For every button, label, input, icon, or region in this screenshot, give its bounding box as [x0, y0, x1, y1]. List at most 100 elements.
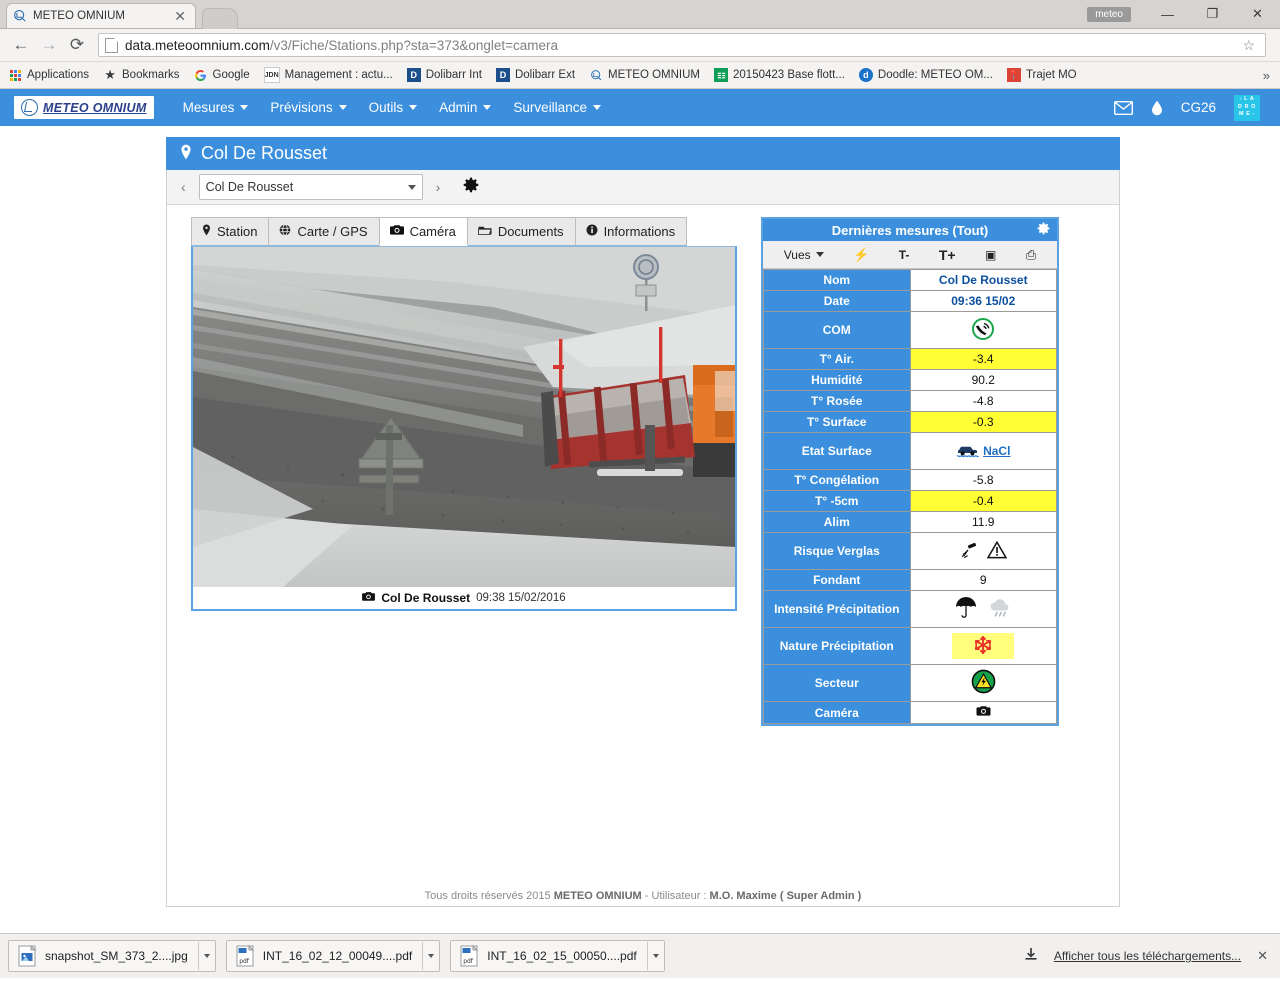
station-select[interactable]: Col De Rousset: [198, 174, 423, 200]
gear-icon[interactable]: [1037, 222, 1050, 238]
gear-icon[interactable]: [463, 177, 479, 198]
bookmarks-bar: Applications ★ Bookmarks Google JDN Mana…: [0, 62, 1280, 89]
browser-tab[interactable]: METEO OMNIUM ✕: [6, 3, 196, 28]
tab-carte-gps[interactable]: Carte / GPS: [268, 217, 380, 246]
panel-header: Col De Rousset: [166, 137, 1120, 170]
maximize-button[interactable]: ❐: [1190, 0, 1235, 28]
bookmark-meteo-omnium[interactable]: METEO OMNIUM: [589, 68, 700, 82]
download-filename: INT_16_02_12_00049....pdf: [262, 949, 413, 963]
bookmark-bookmarks[interactable]: ★ Bookmarks: [103, 67, 179, 82]
forward-icon[interactable]: →: [36, 32, 62, 58]
camera-card: Station Carte / GPS Caméra Documents Inf…: [191, 217, 737, 726]
bookmarks-overflow-icon[interactable]: »: [1263, 68, 1272, 83]
measures-table: Nom Col De Rousset Date 09:36 15/02 COM: [763, 269, 1057, 724]
table-row: T° Air. -3.4: [764, 349, 1056, 369]
menu-item-admin[interactable]: Admin: [428, 89, 502, 126]
url-path: /v3/Fiche/Stations.php?sta=373&onglet=ca…: [269, 37, 559, 53]
print-icon[interactable]: ⎙: [1026, 247, 1036, 263]
download-item[interactable]: snapshot_SM_373_2....jpg: [8, 940, 216, 972]
new-tab-button[interactable]: [202, 8, 238, 29]
car-wet-road-icon: [956, 442, 980, 461]
bookmark-label: Applications: [27, 69, 90, 81]
camera-icon[interactable]: [976, 706, 991, 720]
bookmark-doodle[interactable]: d Doodle: METEO OM...: [858, 68, 993, 82]
row-label: Secteur: [764, 665, 910, 701]
bookmark-trajet-mo[interactable]: 📍 Trajet MO: [1006, 68, 1077, 82]
menu-item-outils[interactable]: Outils: [358, 89, 429, 126]
apps-grid-icon: [8, 68, 22, 82]
views-dropdown[interactable]: Vues: [784, 248, 824, 262]
tab-close-icon[interactable]: ✕: [171, 9, 189, 23]
font-decrease-icon[interactable]: T-: [899, 248, 910, 262]
bookmark-google[interactable]: Google: [194, 68, 250, 82]
table-row: Humidité 90.2: [764, 370, 1056, 390]
info-icon: [586, 224, 598, 239]
menu-item-surveillance[interactable]: Surveillance: [502, 89, 612, 126]
close-shelf-icon[interactable]: ✕: [1257, 948, 1268, 964]
app-logo[interactable]: METEO OMNIUM: [14, 96, 154, 119]
export-excel-icon[interactable]: ▣: [985, 248, 996, 262]
bookmark-management[interactable]: JDN Management : actu...: [263, 67, 393, 83]
lightning-icon[interactable]: ⚡: [853, 247, 869, 263]
navbar-right: CG26 - L A D R O M E -: [1113, 94, 1266, 121]
bookmark-dolibarr-ext[interactable]: D Dolibarr Ext: [495, 68, 575, 82]
chevron-down-icon: [409, 105, 418, 110]
chevron-down-icon: [592, 105, 601, 110]
menu-item-previsions[interactable]: Prévisions: [259, 89, 357, 126]
download-filename: snapshot_SM_373_2....jpg: [45, 949, 188, 963]
tab-station[interactable]: Station: [191, 217, 270, 246]
row-value: -3.4: [910, 349, 1056, 369]
chevron-down-icon: [428, 954, 435, 958]
download-menu-button[interactable]: [197, 942, 215, 970]
font-increase-icon[interactable]: T+: [939, 247, 956, 263]
prev-station-button[interactable]: ‹: [177, 179, 190, 195]
sheets-icon: [714, 68, 729, 82]
minimize-button[interactable]: —: [1145, 0, 1190, 28]
show-all-downloads-link[interactable]: Afficher tous les téléchargements...: [1054, 949, 1241, 963]
next-station-button[interactable]: ›: [432, 179, 445, 195]
dolibarr-icon: D: [495, 68, 510, 82]
close-window-button[interactable]: ✕: [1235, 0, 1280, 28]
tab-documents[interactable]: Documents: [466, 217, 576, 246]
download-item[interactable]: pdf INT_16_02_12_00049....pdf: [225, 940, 441, 972]
table-row: COM: [764, 312, 1056, 348]
user-label[interactable]: CG26: [1181, 100, 1216, 115]
download-icon: [1024, 947, 1038, 966]
address-bar[interactable]: data.meteoomnium.com/v3/Fiche/Stations.p…: [98, 33, 1266, 57]
browser-titlebar: METEO OMNIUM ✕ meteo — ❐ ✕: [0, 0, 1280, 29]
download-menu-button[interactable]: [646, 942, 664, 970]
back-icon[interactable]: ←: [8, 32, 34, 58]
envelope-icon[interactable]: [1113, 100, 1133, 115]
drome-line-3: M E -: [1239, 111, 1255, 118]
download-menu-button[interactable]: [422, 942, 439, 970]
row-label: Nom: [764, 270, 910, 290]
page-title: Col De Rousset: [201, 143, 328, 163]
menu-item-mesures[interactable]: Mesures: [172, 89, 260, 126]
tab-label: Carte / GPS: [297, 224, 368, 239]
bookmark-base-flotte[interactable]: 20150423 Base flott...: [714, 68, 845, 82]
app-navbar: METEO OMNIUM Mesures Prévisions Outils A…: [0, 89, 1280, 126]
browser-toolbar: ← → ⟳ data.meteoomnium.com/v3/Fiche/Stat…: [0, 29, 1280, 62]
bookmark-label: Management : actu...: [284, 69, 393, 81]
row-label: Alim: [764, 512, 910, 532]
tab-informations[interactable]: Informations: [574, 217, 688, 246]
footer-user: M.O. Maxime ( Super Admin ): [709, 890, 862, 902]
row-value: [910, 533, 1056, 569]
warning-green-icon[interactable]: [971, 669, 996, 697]
drome-logo[interactable]: - L A D R O M E -: [1234, 94, 1260, 121]
download-item[interactable]: pdf INT_16_02_15_00050....pdf: [450, 940, 665, 972]
camera-image[interactable]: [193, 247, 735, 587]
chevron-down-icon: [338, 105, 347, 110]
bookmark-star-icon[interactable]: ☆: [1238, 37, 1259, 54]
snowplow-truck: [693, 365, 735, 477]
row-value: Col De Rousset: [910, 270, 1056, 290]
tab-camera[interactable]: Caméra: [378, 217, 468, 246]
surface-state-label[interactable]: NaCl: [983, 444, 1010, 458]
bookmark-applications[interactable]: Applications: [8, 68, 89, 82]
page-footer: Tous droits réservés 2015 METEO OMNIUM -…: [167, 890, 1119, 906]
maps-pin-icon: 📍: [1006, 68, 1021, 82]
water-drop-icon[interactable]: [1151, 100, 1163, 116]
chevron-down-icon: [240, 105, 249, 110]
bookmark-dolibarr-int[interactable]: D Dolibarr Int: [406, 68, 482, 82]
reload-icon[interactable]: ⟳: [64, 32, 90, 58]
